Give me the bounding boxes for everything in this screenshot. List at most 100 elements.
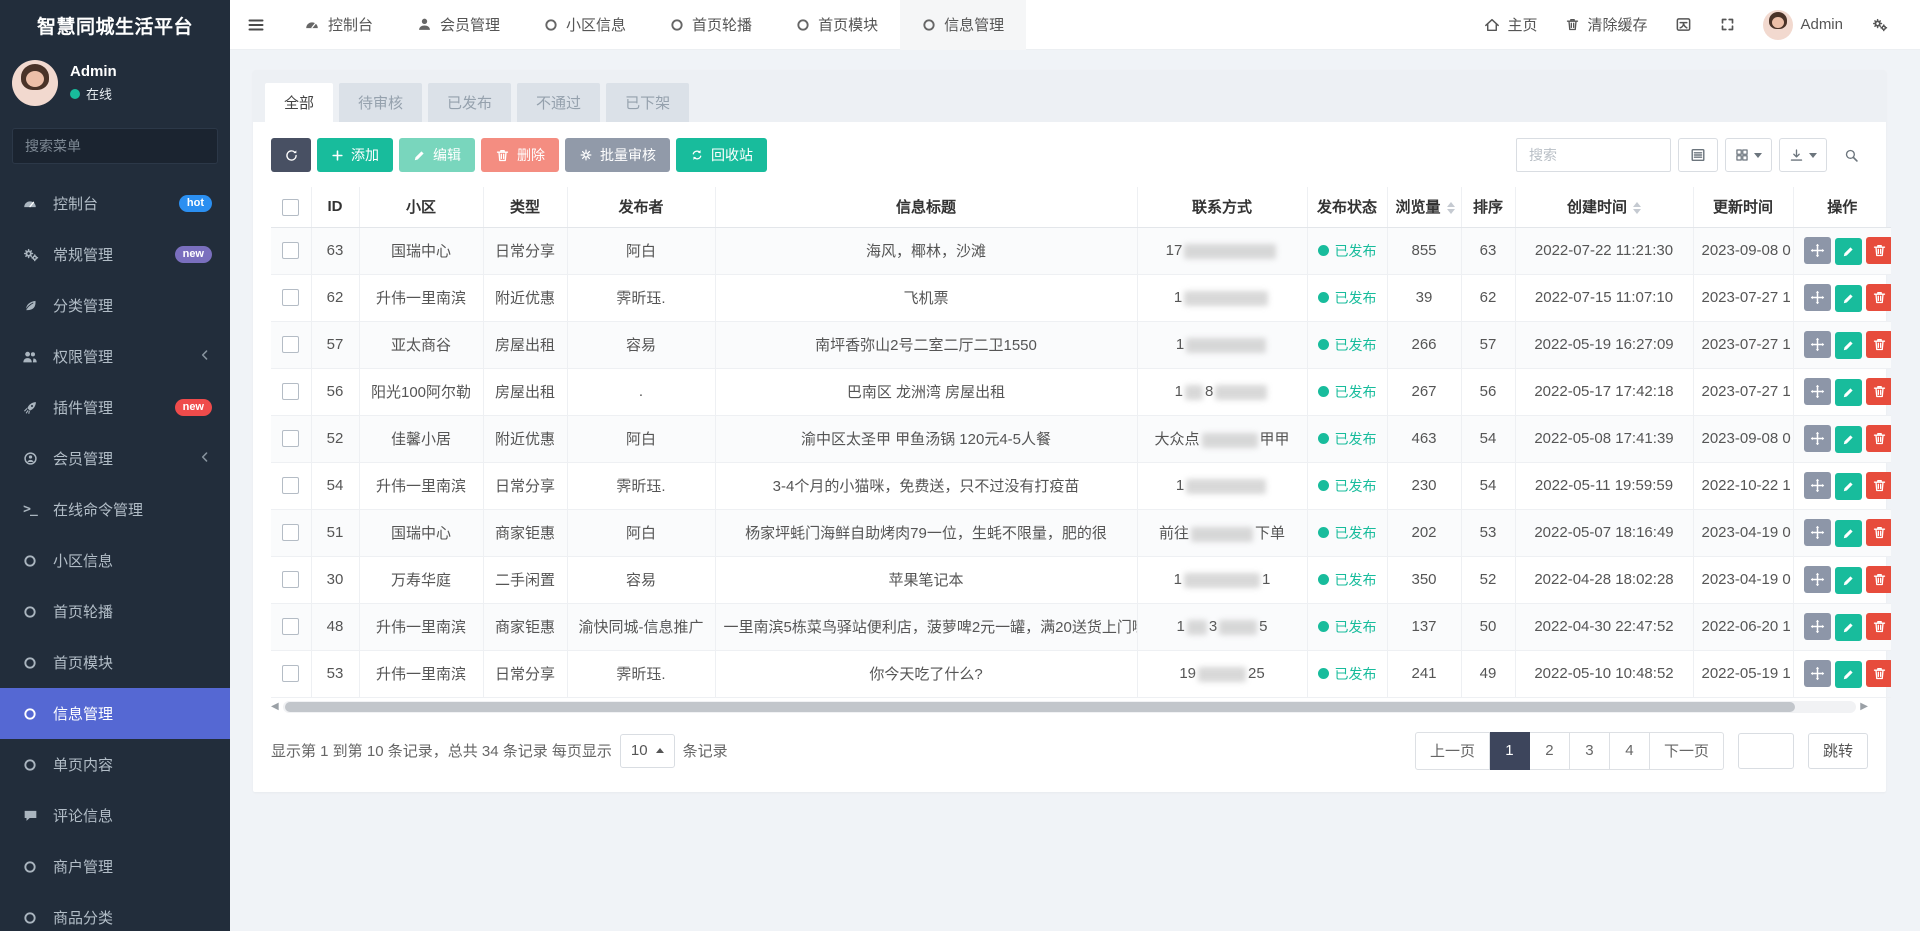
delete-row-button[interactable] — [1866, 566, 1892, 593]
user-menu[interactable]: Admin — [1749, 0, 1857, 50]
sidebar-search-input[interactable] — [12, 128, 218, 164]
row-checkbox[interactable] — [282, 336, 299, 353]
move-row-button[interactable] — [1804, 660, 1831, 687]
sidebar-toggle-button[interactable] — [230, 0, 282, 50]
move-row-button[interactable] — [1804, 284, 1831, 311]
column-header-浏览量[interactable]: 浏览量 — [1387, 187, 1461, 227]
table-row[interactable]: 57亚太商谷房屋出租容易南坪香弥山2号二室二厅二卫15501已发布2665720… — [271, 321, 1891, 368]
row-checkbox[interactable] — [282, 242, 299, 259]
move-row-button[interactable] — [1804, 378, 1831, 405]
search-toggle-button[interactable] — [1834, 138, 1868, 172]
nav-item-info[interactable]: 信息管理 — [900, 0, 1026, 50]
scroll-left-icon[interactable]: ◀ — [271, 702, 279, 712]
tab-all[interactable]: 全部 — [265, 83, 333, 122]
edit-row-button[interactable] — [1835, 332, 1862, 359]
table-search-input[interactable] — [1516, 138, 1671, 172]
page-button-1[interactable]: 1 — [1490, 732, 1530, 770]
edit-row-button[interactable] — [1835, 661, 1862, 688]
row-checkbox[interactable] — [282, 524, 299, 541]
view-toggle-button[interactable] — [1678, 138, 1718, 172]
horizontal-scrollbar[interactable]: ◀ ▶ — [271, 700, 1868, 714]
delete-row-button[interactable] — [1866, 472, 1892, 499]
sidebar-item-command[interactable]: >_在线命令管理 — [0, 484, 230, 535]
language-button[interactable] — [1661, 0, 1706, 50]
nav-item-dashboard[interactable]: 控制台 — [282, 0, 395, 50]
table-row[interactable]: 48升伟一里南滨商家钜惠渝快同城-信息推广一里南滨5栋菜鸟驿站便利店，菠萝啤2元… — [271, 603, 1891, 650]
edit-row-button[interactable] — [1835, 238, 1862, 265]
page-size-select[interactable]: 10 — [620, 734, 675, 768]
jump-button[interactable]: 跳转 — [1808, 733, 1868, 769]
tab-rejected[interactable]: 不通过 — [517, 83, 600, 122]
table-row[interactable]: 53升伟一里南滨日常分享霁昕珏.你今天吃了什么?1925已发布241492022… — [271, 650, 1891, 697]
sidebar-item-merchant[interactable]: 商户管理 — [0, 841, 230, 892]
next-page-button[interactable]: 下一页 — [1650, 732, 1724, 770]
row-checkbox[interactable] — [282, 289, 299, 306]
table-row[interactable]: 51国瑞中心商家钜惠阿白杨家坪蚝门海鲜自助烤肉79一位，生蚝不限量，肥的很前往下… — [271, 509, 1891, 556]
sidebar-item-auth[interactable]: 权限管理 — [0, 331, 230, 382]
row-checkbox[interactable] — [282, 430, 299, 447]
table-row[interactable]: 62升伟一里南滨附近优惠霁昕珏.飞机票1已发布39622022-07-15 11… — [271, 274, 1891, 321]
sidebar-item-general[interactable]: 常规管理new — [0, 229, 230, 280]
export-dropdown-button[interactable] — [1779, 138, 1827, 172]
nav-item-members[interactable]: 会员管理 — [395, 0, 522, 50]
edit-row-button[interactable] — [1835, 473, 1862, 500]
edit-row-button[interactable] — [1835, 567, 1862, 594]
row-checkbox[interactable] — [282, 618, 299, 635]
select-all-header[interactable] — [271, 187, 311, 227]
delete-row-button[interactable] — [1866, 378, 1892, 405]
column-header-创建时间[interactable]: 创建时间 — [1515, 187, 1693, 227]
table-row[interactable]: 30万寿华庭二手闲置容易苹果笔记本11已发布350522022-04-28 18… — [271, 556, 1891, 603]
move-row-button[interactable] — [1804, 566, 1831, 593]
row-checkbox[interactable] — [282, 571, 299, 588]
sidebar-item-comments[interactable]: 评论信息 — [0, 790, 230, 841]
sidebar-item-goods[interactable]: 商品分类 — [0, 892, 230, 931]
fullscreen-button[interactable] — [1706, 0, 1749, 50]
delete-row-button[interactable] — [1866, 331, 1892, 358]
delete-row-button[interactable] — [1866, 613, 1892, 640]
delete-row-button[interactable] — [1866, 425, 1892, 452]
sidebar-item-addon[interactable]: 插件管理new — [0, 382, 230, 433]
tab-offline[interactable]: 已下架 — [606, 83, 689, 122]
sidebar-item-category[interactable]: 分类管理 — [0, 280, 230, 331]
sidebar-item-dashboard[interactable]: 控制台hot — [0, 178, 230, 229]
prev-page-button[interactable]: 上一页 — [1415, 732, 1490, 770]
sidebar-item-members[interactable]: 会员管理 — [0, 433, 230, 484]
move-row-button[interactable] — [1804, 425, 1831, 452]
page-button-3[interactable]: 3 — [1570, 732, 1610, 770]
nav-item-community[interactable]: 小区信息 — [522, 0, 648, 50]
batch-audit-button[interactable]: 批量审核 — [565, 138, 670, 172]
scrollbar-thumb[interactable] — [285, 702, 1796, 712]
table-row[interactable]: 56阳光100阿尔勒房屋出租.巴南区 龙洲湾 房屋出租18已发布26756202… — [271, 368, 1891, 415]
sidebar-item-carousel[interactable]: 首页轮播 — [0, 586, 230, 637]
move-row-button[interactable] — [1804, 237, 1831, 264]
columns-dropdown-button[interactable] — [1725, 138, 1772, 172]
sidebar-item-info[interactable]: 信息管理 — [0, 688, 230, 739]
delete-row-button[interactable] — [1866, 519, 1892, 546]
sidebar-item-community[interactable]: 小区信息 — [0, 535, 230, 586]
select-all-checkbox[interactable] — [282, 199, 299, 216]
edit-row-button[interactable] — [1835, 520, 1862, 547]
recycle-bin-button[interactable]: 回收站 — [676, 138, 767, 172]
delete-row-button[interactable] — [1866, 284, 1892, 311]
table-row[interactable]: 52佳馨小居附近优惠阿白渝中区太圣甲 甲鱼汤锅 120元4-5人餐大众点甲甲已发… — [271, 415, 1891, 462]
edit-row-button[interactable] — [1835, 614, 1862, 641]
move-row-button[interactable] — [1804, 331, 1831, 358]
page-button-2[interactable]: 2 — [1530, 732, 1570, 770]
avatar[interactable] — [12, 60, 58, 106]
nav-item-modules[interactable]: 首页模块 — [774, 0, 900, 50]
delete-row-button[interactable] — [1866, 237, 1892, 264]
tab-pending[interactable]: 待审核 — [339, 83, 422, 122]
page-button-4[interactable]: 4 — [1610, 732, 1650, 770]
refresh-button[interactable] — [271, 138, 311, 172]
jump-page-input[interactable] — [1738, 733, 1794, 769]
move-row-button[interactable] — [1804, 472, 1831, 499]
tab-published[interactable]: 已发布 — [428, 83, 511, 122]
sidebar-item-modules[interactable]: 首页模块 — [0, 637, 230, 688]
table-row[interactable]: 54升伟一里南滨日常分享霁昕珏.3-4个月的小猫咪，免费送，只不过没有打疫苗1已… — [271, 462, 1891, 509]
add-button[interactable]: 添加 — [317, 138, 393, 172]
row-checkbox[interactable] — [282, 383, 299, 400]
edit-row-button[interactable] — [1835, 285, 1862, 312]
move-row-button[interactable] — [1804, 613, 1831, 640]
row-checkbox[interactable] — [282, 665, 299, 682]
delete-button[interactable]: 删除 — [481, 138, 559, 172]
